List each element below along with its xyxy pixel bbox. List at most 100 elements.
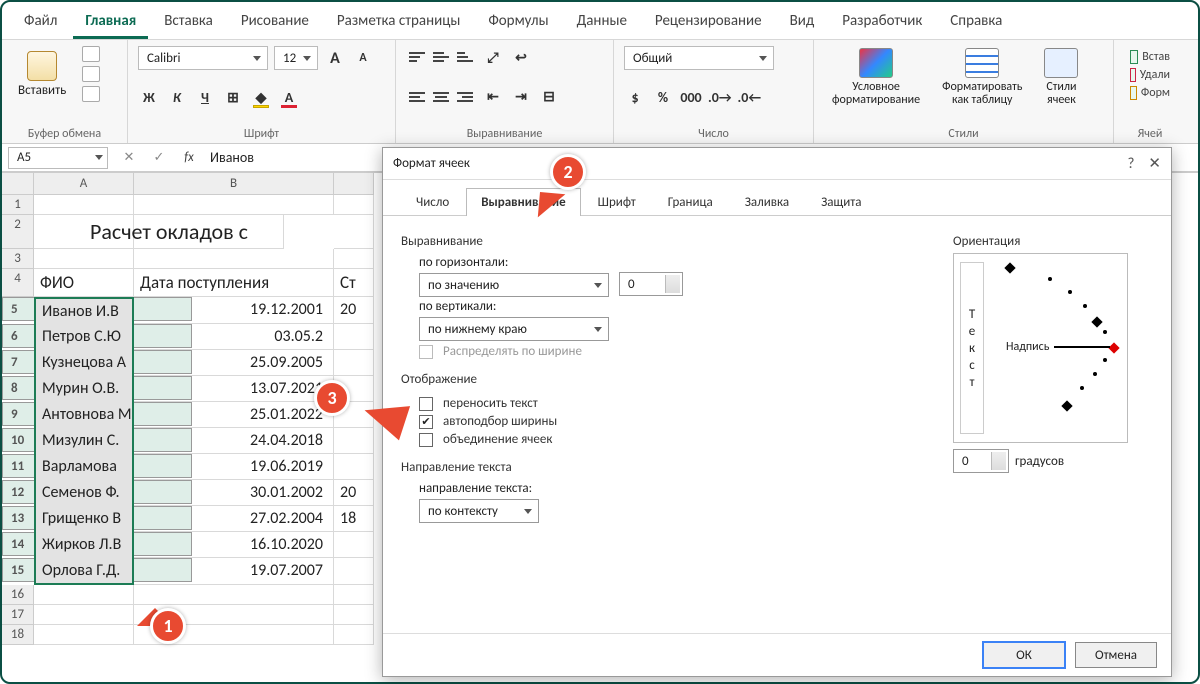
cell[interactable]: Дата поступления (134, 269, 334, 297)
fill-color-button[interactable]: ◆ (250, 87, 272, 109)
col-header-c[interactable] (334, 173, 374, 195)
align-top-button[interactable] (406, 46, 428, 68)
dlg-tab-font[interactable]: Шрифт (583, 188, 651, 216)
cell[interactable] (34, 249, 134, 269)
cells-insert-button[interactable]: Встав (1130, 50, 1170, 64)
dlg-tab-fill[interactable]: Заливка (730, 188, 804, 216)
row-header[interactable]: 1 (2, 195, 34, 215)
font-size-select[interactable]: 12 (274, 46, 318, 70)
increase-indent-button[interactable]: ⇥ (510, 86, 532, 108)
paste-button[interactable]: Вставить (12, 49, 72, 100)
tab-view[interactable]: Вид (778, 8, 827, 39)
bold-button[interactable]: Ж (138, 87, 160, 109)
cell[interactable]: 19.06.2019 (134, 454, 334, 480)
cell[interactable] (134, 625, 334, 645)
row-header[interactable]: 3 (2, 249, 34, 269)
wrap-text-button[interactable]: ↩ (510, 46, 532, 68)
cell[interactable] (34, 605, 134, 625)
cell[interactable] (334, 324, 374, 350)
cancel-button[interactable]: Отмена (1075, 642, 1157, 668)
format-as-table-button[interactable]: Форматировать как таблицу (934, 46, 1030, 109)
cell[interactable] (334, 428, 374, 454)
shrink-font-button[interactable]: A (352, 47, 374, 69)
wrap-text-checkbox[interactable] (419, 397, 433, 411)
decrease-indent-button[interactable]: ⇤ (482, 86, 504, 108)
dlg-tab-number[interactable]: Число (401, 188, 464, 216)
cut-icon[interactable] (82, 46, 100, 62)
orientation-control[interactable]: Текст Надпись (953, 253, 1128, 443)
cell[interactable]: 25.09.2005 (134, 350, 334, 376)
cell[interactable] (334, 215, 374, 249)
cell[interactable]: 20 (334, 480, 374, 506)
dlg-tab-alignment[interactable]: Выравнивание (466, 188, 580, 216)
cell[interactable]: Расчет окладов с (84, 215, 284, 249)
cell[interactable]: 24.04.2018 (134, 428, 334, 454)
tab-formulas[interactable]: Формулы (476, 8, 560, 39)
cell-styles-button[interactable]: Стили ячеек (1036, 46, 1086, 109)
merge-button[interactable]: ⊟ (538, 86, 560, 108)
dialog-titlebar[interactable]: Формат ячеек ? ✕ (383, 148, 1171, 180)
cell[interactable]: Ст (334, 269, 374, 297)
accept-edit-icon[interactable]: ✓ (148, 147, 170, 169)
cell[interactable]: Мурин О.В. (34, 376, 134, 402)
increase-decimal-button[interactable]: .0→ (708, 87, 732, 109)
tab-insert[interactable]: Вставка (152, 8, 225, 39)
tab-review[interactable]: Рецензирование (643, 8, 774, 39)
number-format-select[interactable]: Общий (624, 46, 774, 70)
cell[interactable]: 27.02.2004 (134, 506, 334, 532)
format-painter-icon[interactable] (82, 86, 100, 102)
indent-spinner[interactable]: 0 (619, 272, 683, 296)
cell[interactable] (334, 625, 374, 645)
cells-format-button[interactable]: Форм (1130, 86, 1170, 100)
tab-data[interactable]: Данные (565, 8, 639, 39)
underline-button[interactable]: Ч (194, 87, 216, 109)
cell[interactable]: Жирков Л.В (34, 532, 134, 558)
cell[interactable]: 16.10.2020 (134, 532, 334, 558)
copy-icon[interactable] (82, 66, 100, 82)
dlg-tab-protection[interactable]: Защита (806, 188, 876, 216)
cell[interactable]: 30.01.2002 (134, 480, 334, 506)
orientation-arc[interactable] (998, 262, 1119, 414)
cell[interactable]: Антовнова М (34, 402, 134, 428)
font-name-select[interactable]: Calibri (138, 46, 268, 70)
close-button[interactable]: ✕ (1148, 154, 1161, 173)
cell[interactable]: Варламова (34, 454, 134, 480)
percent-button[interactable]: % (652, 87, 674, 109)
cell[interactable] (334, 376, 374, 402)
cell[interactable] (34, 195, 134, 215)
cell[interactable] (334, 350, 374, 376)
cell[interactable] (334, 249, 374, 269)
grow-font-button[interactable]: A (324, 47, 346, 69)
cell[interactable]: Иванов И.В (34, 297, 134, 324)
tab-page-layout[interactable]: Разметка страницы (325, 8, 472, 39)
cell[interactable] (134, 605, 334, 625)
select-all-corner[interactable] (2, 173, 34, 195)
cancel-edit-icon[interactable]: ✕ (118, 147, 140, 169)
cell[interactable] (334, 558, 374, 585)
cell[interactable] (334, 402, 374, 428)
comma-button[interactable]: 000 (680, 87, 702, 109)
orientation-button[interactable]: ⤢ (482, 46, 504, 68)
cell[interactable]: Семенов Ф. (34, 480, 134, 506)
row-header[interactable]: 18 (2, 625, 34, 645)
col-header-b[interactable]: B (134, 173, 334, 195)
cell[interactable]: 19.12.2001 (134, 297, 334, 324)
currency-button[interactable]: $ (624, 87, 646, 109)
v-align-select[interactable]: по нижнему краю (419, 317, 609, 341)
dlg-tab-border[interactable]: Граница (653, 188, 728, 216)
merge-cells-checkbox[interactable] (419, 433, 433, 447)
cell[interactable] (34, 625, 134, 645)
shrink-to-fit-checkbox[interactable] (419, 415, 433, 429)
degrees-spinner[interactable]: 0 (953, 449, 1009, 473)
cell[interactable]: Кузнецова А (34, 350, 134, 376)
cell[interactable]: ФИО (34, 269, 134, 297)
vertical-text-toggle[interactable]: Текст (960, 262, 984, 434)
cell[interactable] (334, 532, 374, 558)
cell[interactable]: Мизулин С. (34, 428, 134, 454)
col-header-a[interactable]: A (34, 173, 134, 195)
tab-home[interactable]: Главная (73, 8, 148, 39)
borders-button[interactable]: ⊞ (222, 87, 244, 109)
cell[interactable] (134, 249, 334, 269)
font-color-button[interactable]: А (278, 87, 300, 109)
align-center-button[interactable] (430, 86, 452, 108)
